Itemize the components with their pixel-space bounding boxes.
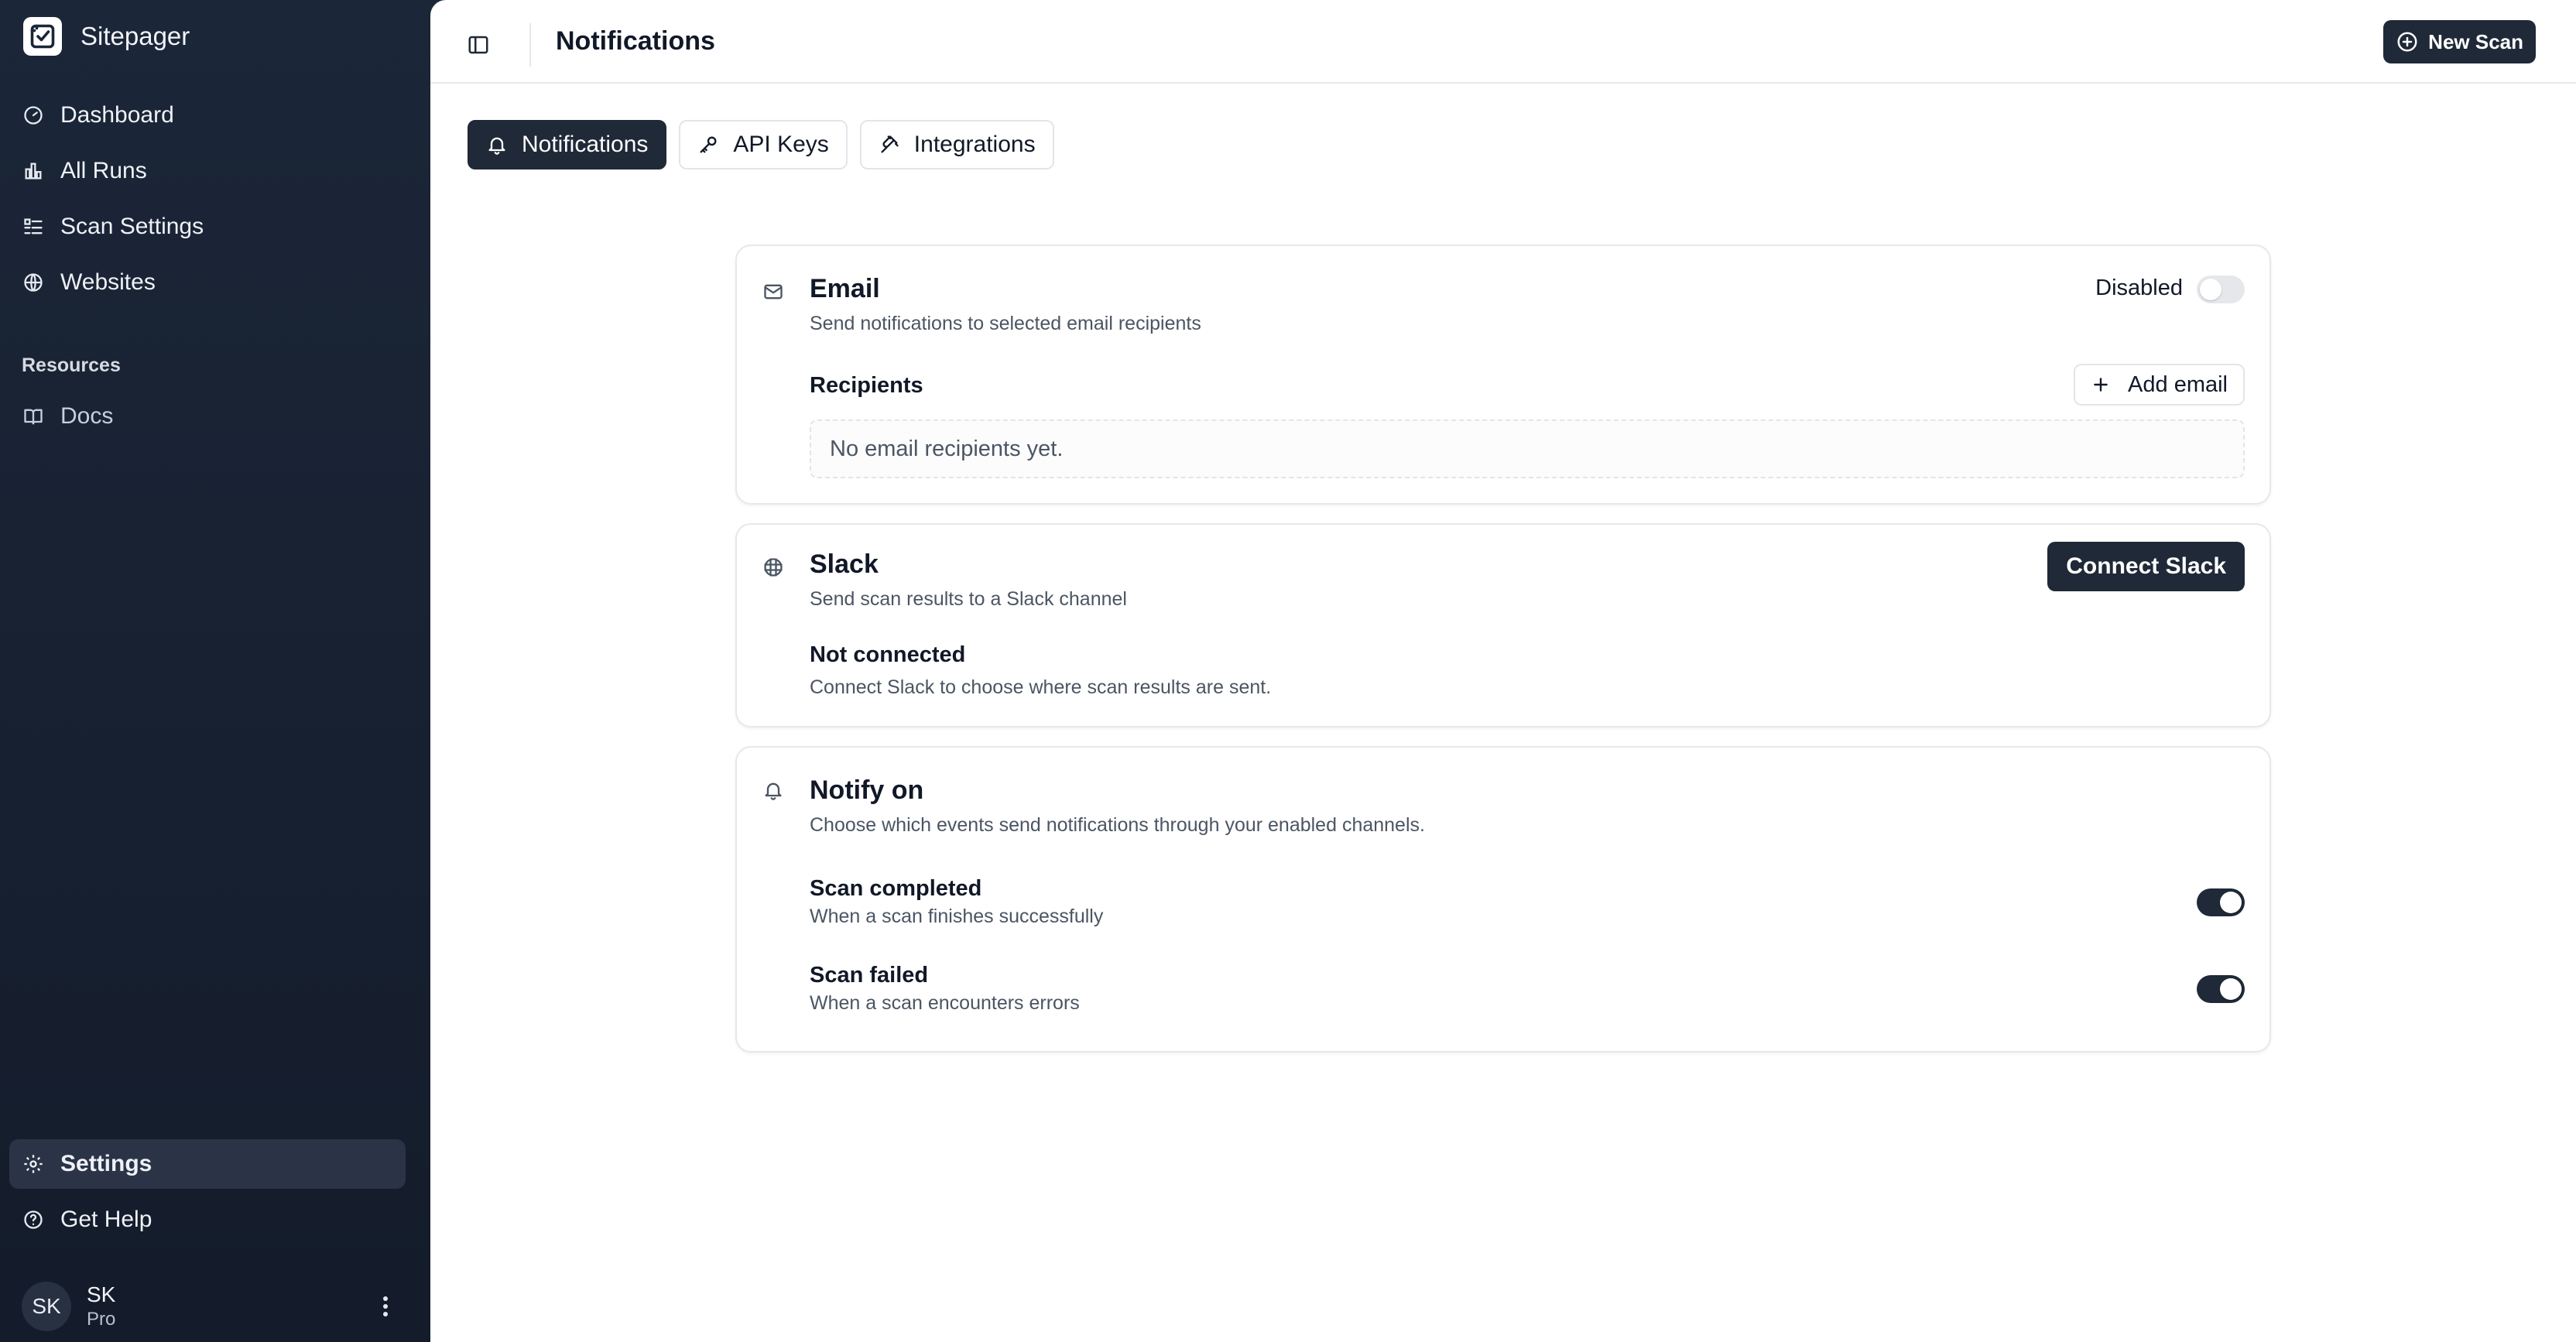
- slack-card-title: Slack: [810, 549, 879, 579]
- resources-heading: Resources: [22, 354, 121, 376]
- sidebar-item-all-runs[interactable]: All Runs: [9, 143, 406, 199]
- slack-card-subtitle: Send scan results to a Slack channel: [810, 588, 1127, 610]
- top-bar: Notifications New Scan: [430, 0, 2576, 84]
- bottom-nav: Settings Get Help: [9, 1139, 406, 1244]
- topbar-divider: [529, 23, 531, 67]
- toggle-knob: [2220, 892, 2242, 913]
- sitepager-logo-icon: [23, 17, 62, 56]
- scan-failed-toggle[interactable]: [2197, 975, 2245, 1003]
- email-enable-toggle[interactable]: [2197, 276, 2245, 303]
- scan-completed-toggle[interactable]: [2197, 888, 2245, 916]
- add-email-label: Add email: [2128, 371, 2228, 397]
- slack-status-desc: Connect Slack to choose where scan resul…: [810, 676, 1272, 698]
- settings-tabs: Notifications API Keys Integrations: [468, 120, 1067, 169]
- help-circle-icon: [22, 1208, 45, 1231]
- add-email-button[interactable]: Add email: [2074, 364, 2245, 406]
- email-card: Email Send notifications to selected ema…: [735, 245, 2271, 505]
- slack-card: Slack Send scan results to a Slack chann…: [735, 523, 2271, 727]
- globe-icon: [22, 271, 45, 294]
- tab-integrations[interactable]: Integrations: [859, 120, 1054, 169]
- event-scan-failed-title: Scan failed: [810, 963, 929, 988]
- sidebar: Sitepager Dashboard All Runs Scan Settin…: [0, 0, 430, 1342]
- resources-nav: Docs: [9, 390, 406, 443]
- tab-notifications[interactable]: Notifications: [468, 120, 667, 169]
- new-scan-button[interactable]: New Scan: [2383, 20, 2536, 63]
- sidebar-item-dashboard[interactable]: Dashboard: [9, 87, 406, 143]
- list-settings-icon: [22, 215, 45, 238]
- bell-icon: [488, 137, 505, 155]
- sidebar-item-label: All Runs: [60, 158, 147, 183]
- sidebar-item-label: Get Help: [60, 1207, 152, 1232]
- main-nav: Dashboard All Runs Scan Settings Website…: [9, 87, 406, 310]
- gauge-icon: [22, 104, 45, 127]
- gear-icon: [22, 1152, 45, 1176]
- plug-icon: [881, 135, 899, 153]
- toggle-knob: [2220, 978, 2242, 1000]
- mail-icon: [762, 280, 785, 303]
- email-status-label: Disabled: [2095, 276, 2183, 300]
- tab-label: Notifications: [522, 132, 649, 157]
- more-vertical-icon[interactable]: [370, 1291, 401, 1322]
- sidebar-item-label: Websites: [60, 269, 156, 295]
- user-plan: Pro: [87, 1309, 116, 1330]
- tab-label: API Keys: [733, 132, 829, 157]
- slack-status-title: Not connected: [810, 642, 966, 667]
- sidebar-item-docs[interactable]: Docs: [9, 390, 406, 443]
- notify-card-subtitle: Choose which events send notifications t…: [810, 814, 1425, 836]
- sidebar-item-get-help[interactable]: Get Help: [9, 1195, 406, 1244]
- plus-icon: [2094, 378, 2108, 392]
- user-info: SK Pro: [87, 1282, 115, 1330]
- sidebar-item-websites[interactable]: Websites: [9, 255, 406, 310]
- slack-icon: [762, 556, 785, 579]
- event-scan-failed-desc: When a scan encounters errors: [810, 992, 1080, 1014]
- email-card-title: Email: [810, 274, 880, 303]
- tab-api-keys[interactable]: API Keys: [679, 120, 848, 169]
- notify-card-title: Notify on: [810, 775, 924, 805]
- sidebar-item-label: Settings: [60, 1151, 152, 1176]
- event-scan-completed-desc: When a scan finishes successfully: [810, 906, 1104, 927]
- recipients-label: Recipients: [810, 373, 923, 398]
- event-scan-completed-title: Scan completed: [810, 876, 982, 901]
- sidebar-item-settings[interactable]: Settings: [9, 1139, 406, 1189]
- notify-on-card: Notify on Choose which events send notif…: [735, 746, 2271, 1053]
- new-scan-label: New Scan: [2428, 29, 2523, 53]
- sidebar-item-scan-settings[interactable]: Scan Settings: [9, 199, 406, 255]
- page-title: Notifications: [556, 26, 715, 56]
- user-profile[interactable]: SK SK Pro: [22, 1282, 401, 1331]
- book-icon: [22, 405, 45, 428]
- recipients-empty-state: No email recipients yet.: [810, 419, 2245, 478]
- bar-chart-icon: [22, 159, 45, 183]
- sidebar-item-label: Docs: [60, 403, 114, 429]
- bell-icon: [762, 779, 785, 802]
- email-card-subtitle: Send notifications to selected email rec…: [810, 313, 1201, 334]
- sidebar-toggle-icon[interactable]: [464, 31, 492, 59]
- plus-circle-icon: [2397, 32, 2417, 52]
- connect-slack-button[interactable]: Connect Slack: [2047, 542, 2245, 591]
- sidebar-item-label: Dashboard: [60, 102, 174, 128]
- brand[interactable]: Sitepager: [23, 17, 190, 56]
- key-icon: [700, 136, 717, 153]
- user-name: SK: [87, 1282, 116, 1306]
- toggle-knob: [2200, 279, 2221, 300]
- brand-name: Sitepager: [80, 22, 190, 50]
- sidebar-item-label: Scan Settings: [60, 214, 204, 239]
- avatar: SK: [22, 1282, 71, 1331]
- tab-label: Integrations: [913, 132, 1036, 157]
- main-panel: Notifications New Scan Notifications API…: [430, 0, 2576, 1342]
